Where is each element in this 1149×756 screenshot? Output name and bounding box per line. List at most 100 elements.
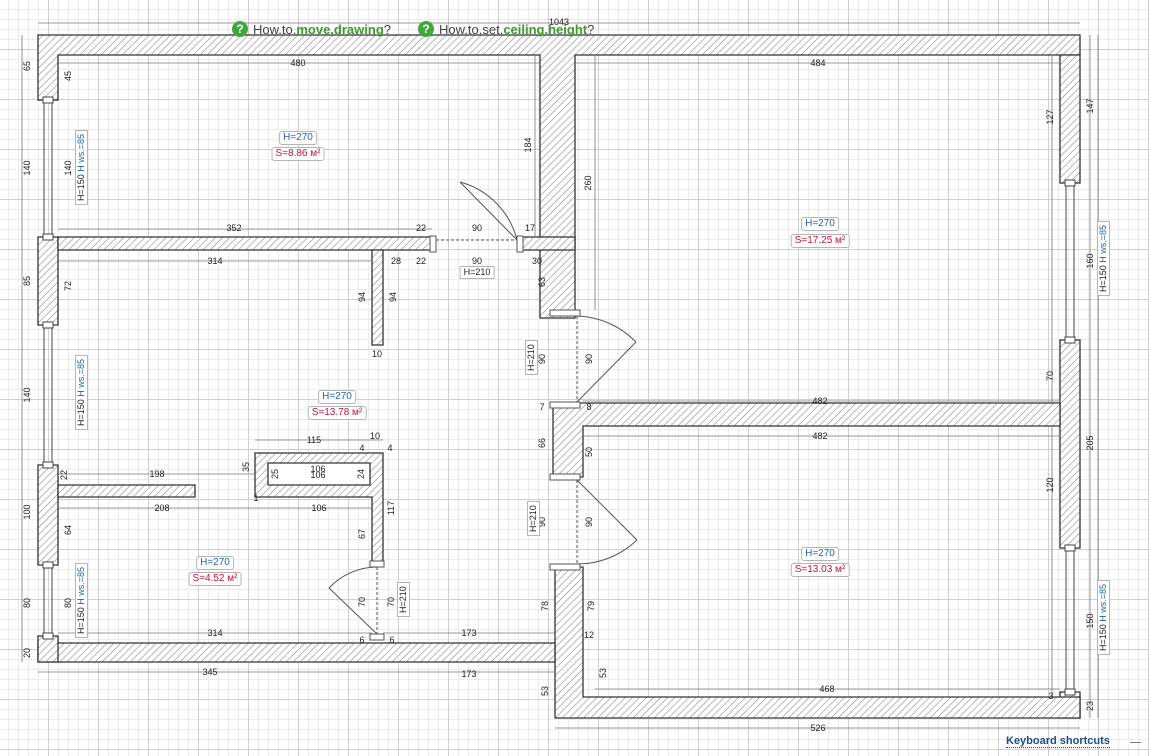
room-height-label[interactable]: H=270 bbox=[801, 217, 839, 231]
dim-item: 120 bbox=[1045, 477, 1055, 492]
dim-item: 7 bbox=[539, 402, 544, 412]
wall-middle-divider bbox=[552, 402, 1061, 478]
keyboard-shortcuts-link[interactable]: Keyboard shortcuts bbox=[1006, 735, 1110, 748]
dim-left-1: 140 bbox=[22, 160, 32, 175]
window-sill-height: H ws.=85 bbox=[76, 358, 86, 397]
dim-left-5: 80 bbox=[22, 598, 32, 608]
dim-item: 90 bbox=[584, 517, 594, 527]
dim-item: 78 bbox=[540, 601, 550, 611]
window-label[interactable]: H=150 H ws.=85 bbox=[1097, 220, 1110, 296]
floor-plan-drawing[interactable]: 1043 526 65 140 85 140 100 80 20 147 160… bbox=[0, 0, 1149, 756]
dim-left-4: 100 bbox=[22, 504, 32, 519]
wall-stub bbox=[371, 249, 384, 346]
room-area-label: S=8.86 м² bbox=[271, 147, 325, 161]
dim-item: 482 bbox=[812, 431, 827, 441]
help-ceiling-height-link[interactable]: ? How.to.set. ceiling.height? bbox=[418, 21, 594, 37]
room-height-label[interactable]: H=270 bbox=[196, 556, 234, 570]
dim-item: 94 bbox=[357, 292, 367, 302]
wall-small-room bbox=[57, 484, 196, 498]
dim-item: 35 bbox=[241, 462, 251, 472]
dim-item: 484 bbox=[810, 58, 825, 68]
window-sill-height: H ws.=85 bbox=[76, 566, 86, 605]
window-height: H=150 bbox=[1098, 265, 1108, 292]
window-sill-height: H ws.=85 bbox=[1098, 224, 1108, 263]
window-height: H=150 bbox=[76, 174, 86, 201]
dim-left-6: 20 bbox=[22, 648, 32, 658]
dim-item: 482 bbox=[812, 396, 827, 406]
dim-item: 28 bbox=[391, 256, 401, 266]
dim-item: 22 bbox=[416, 223, 426, 233]
window-label[interactable]: H=150 H ws.=85 bbox=[1097, 579, 1110, 655]
wall-h-upper-left bbox=[57, 236, 433, 251]
door-height-label[interactable]: H=210 bbox=[459, 266, 495, 279]
dim-item: 94 bbox=[388, 292, 398, 302]
dim-item: 106 bbox=[310, 470, 325, 480]
window-height: H=150 bbox=[76, 399, 86, 426]
dim-item: 10 bbox=[370, 431, 380, 441]
window-height: H=150 bbox=[76, 607, 86, 634]
help-move-drawing-link[interactable]: ? How.to. move.drawing? bbox=[232, 21, 391, 37]
dim-item: 53 bbox=[598, 668, 608, 678]
dim-item: 22 bbox=[59, 470, 69, 480]
dim-item: 45 bbox=[63, 71, 73, 81]
wall-bottom-right bbox=[554, 566, 1081, 719]
dim-item: 106 bbox=[311, 503, 326, 513]
dim-item: 8 bbox=[586, 402, 591, 412]
dim-item: 70 bbox=[1045, 371, 1055, 381]
door-height-label[interactable]: H=210 bbox=[527, 501, 540, 536]
help-question-icon: ? bbox=[418, 21, 434, 37]
dim-left-3: 140 bbox=[22, 387, 32, 402]
dim-item: 17 bbox=[525, 223, 535, 233]
dim-item: 3 bbox=[1048, 691, 1053, 701]
dim-item: 70 bbox=[386, 597, 396, 607]
dim-item: 12 bbox=[584, 630, 594, 640]
room-height-label[interactable]: H=270 bbox=[318, 390, 356, 404]
window-label[interactable]: H=150 H ws.=85 bbox=[75, 129, 88, 205]
help-move-prefix: How.to. bbox=[253, 21, 297, 37]
wall-left-3 bbox=[37, 464, 59, 566]
room-height-label[interactable]: H=270 bbox=[279, 131, 317, 145]
dim-item: 72 bbox=[63, 281, 73, 291]
door-height-label[interactable]: H=210 bbox=[397, 582, 410, 617]
dim-item: 345 bbox=[202, 667, 217, 677]
dim-right-3: 150 bbox=[1085, 613, 1095, 628]
room-area-label: S=13.03 м² bbox=[790, 563, 850, 577]
dim-item: 6 bbox=[389, 635, 394, 645]
wall-right-upper bbox=[1059, 54, 1081, 184]
dim-item: 4 bbox=[387, 443, 392, 453]
dim-item: 480 bbox=[290, 58, 305, 68]
window-height: H=150 bbox=[1098, 624, 1108, 651]
dim-right-1: 160 bbox=[1085, 253, 1095, 268]
dim-item: 208 bbox=[154, 503, 169, 513]
window-sill-height: H ws.=85 bbox=[1098, 583, 1108, 622]
dim-item: 63 bbox=[537, 277, 547, 287]
minimize-icon[interactable] bbox=[1130, 742, 1141, 743]
dim-item: 468 bbox=[819, 684, 834, 694]
dim-item: 80 bbox=[63, 598, 73, 608]
dim-item: 115 bbox=[307, 435, 321, 445]
help-move-keyword: move.drawing bbox=[296, 21, 384, 37]
door-height-label[interactable]: H=210 bbox=[525, 340, 538, 375]
window-label[interactable]: H=150 H ws.=85 bbox=[75, 562, 88, 638]
dim-item: 314 bbox=[207, 628, 222, 638]
dim-item: 127 bbox=[1045, 109, 1055, 124]
dim-item: 79 bbox=[586, 601, 596, 611]
dim-item: 173 bbox=[461, 628, 476, 638]
window-sill-height: H ws.=85 bbox=[76, 133, 86, 172]
room-height-label[interactable]: H=270 bbox=[801, 547, 839, 561]
wall-left-4 bbox=[37, 635, 59, 663]
walls bbox=[37, 34, 1081, 719]
dim-item: 25 bbox=[270, 469, 280, 479]
dim-bottom-total: 526 bbox=[810, 723, 825, 733]
wall-h-upper-right bbox=[519, 236, 576, 251]
dim-item: 1 bbox=[253, 493, 258, 503]
dim-item: 314 bbox=[207, 256, 222, 266]
dim-right-2: 205 bbox=[1085, 435, 1095, 450]
dim-item: 117 bbox=[386, 501, 396, 515]
dim-item: 90 bbox=[472, 256, 482, 266]
dim-item: 90 bbox=[537, 354, 547, 364]
dim-item: 352 bbox=[226, 223, 241, 233]
dim-item: 24 bbox=[356, 469, 366, 479]
dim-item: 53 bbox=[540, 686, 550, 696]
window-label[interactable]: H=150 H ws.=85 bbox=[75, 354, 88, 430]
